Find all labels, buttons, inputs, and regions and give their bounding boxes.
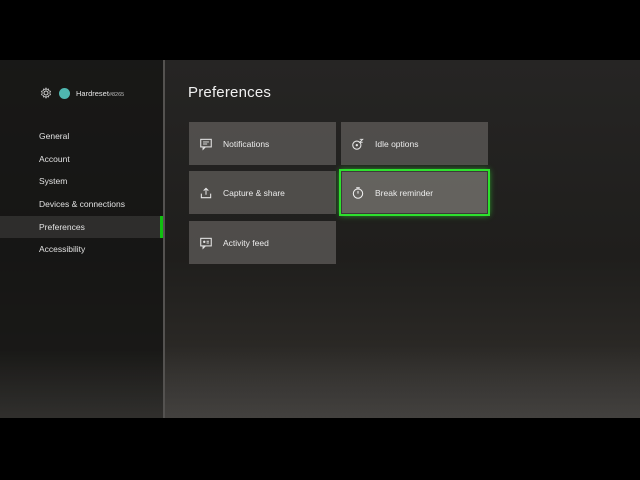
sidebar-item-devices-connections[interactable]: Devices & connections <box>0 193 163 216</box>
activity-feed-label: Activity feed <box>223 237 269 248</box>
settings-nav: General Account System Devices & connect… <box>0 125 163 261</box>
background-floor <box>165 345 640 418</box>
notifications-tile[interactable]: Notifications <box>189 122 336 165</box>
gamertag-name: Hardreset <box>76 88 109 98</box>
idle-options-tile[interactable]: Idle options <box>341 122 488 165</box>
tv-screen: Hardreset#8265 General Account System De… <box>0 60 640 418</box>
break-reminder-label: Break reminder <box>375 187 434 198</box>
break-reminder-tile[interactable]: Break reminder <box>339 169 490 216</box>
idle-options-icon <box>352 138 364 150</box>
gamertag-suffix: #8265 <box>108 91 125 98</box>
capture-share-icon <box>200 187 212 198</box>
timer-icon <box>352 186 364 199</box>
gamertag: Hardreset#8265 <box>76 89 124 98</box>
capture-share-label: Capture & share <box>223 187 285 198</box>
activity-feed-tile[interactable]: Activity feed <box>189 221 336 264</box>
settings-sidebar: Hardreset#8265 General Account System De… <box>0 60 163 418</box>
profile-header[interactable]: Hardreset#8265 <box>40 85 124 101</box>
sidebar-floor <box>0 350 163 418</box>
activity-feed-icon <box>200 237 212 250</box>
idle-options-label: Idle options <box>375 138 419 149</box>
capture-share-tile[interactable]: Capture & share <box>189 171 336 214</box>
notifications-label: Notifications <box>223 138 270 149</box>
sidebar-item-general[interactable]: General <box>0 125 163 148</box>
sidebar-divider <box>163 60 165 418</box>
notifications-icon <box>200 138 212 151</box>
page-title: Preferences <box>188 84 272 101</box>
sidebar-item-preferences[interactable]: Preferences <box>0 215 163 239</box>
settings-gear-icon <box>40 87 52 99</box>
sidebar-item-account[interactable]: Account <box>0 148 163 171</box>
sidebar-item-system[interactable]: System <box>0 170 163 193</box>
avatar <box>59 87 70 99</box>
sidebar-item-accessibility[interactable]: Accessibility <box>0 238 163 261</box>
